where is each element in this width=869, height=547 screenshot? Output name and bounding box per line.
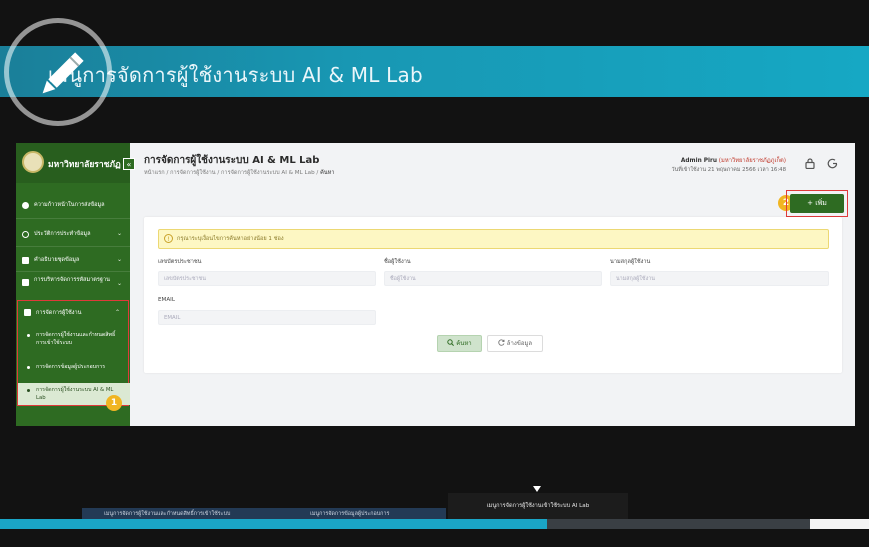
user-icon bbox=[24, 309, 31, 316]
user-name: Admin Piru bbox=[680, 158, 717, 164]
university-logo bbox=[22, 151, 44, 173]
search-icon bbox=[447, 339, 456, 347]
chapter-tooltip: เมนูการจัดการผู้ใช้งานเข้าใช้ระบบ AI Lab bbox=[448, 493, 628, 519]
chevron-down-icon: ⌄ bbox=[116, 280, 122, 287]
breadcrumb: หน้าแรก / การจัดการผู้ใช้งาน / การจัดการ… bbox=[144, 169, 334, 177]
chevron-down-icon: ⌄ bbox=[116, 256, 122, 263]
breadcrumb-user-management[interactable]: การจัดการผู้ใช้งาน bbox=[170, 170, 215, 176]
user-org: (มหาวิทยาลัยราชภัฏภูเก็ต) bbox=[718, 158, 786, 164]
bullet-icon bbox=[27, 334, 30, 337]
last-login-time: วันที่เข้าใช้งาน 21 พฤษภาคม 2566 เวลา 16… bbox=[671, 167, 786, 173]
sidebar-item-dataset[interactable]: คำอธิบายชุดข้อมูล ⌄ bbox=[16, 256, 130, 264]
breadcrumb-ai-ml-users[interactable]: การจัดการผู้ใช้งานระบบ AI & ML Lab bbox=[221, 170, 315, 176]
brand-name: มหาวิทยาลัยราชภัฏ bbox=[48, 160, 121, 170]
citizen-id-input[interactable] bbox=[158, 271, 376, 286]
alert-text: กรุณาระบุเงื่อนไขการค้นหาอย่างน้อย 1 ช่อ… bbox=[177, 236, 284, 242]
sub-item-label: การจัดการข้อมูลผู้ประกอบการ bbox=[36, 364, 106, 370]
first-name-label: ชื่อผู้ใช้งาน bbox=[384, 259, 411, 265]
chapter-label-1[interactable]: เมนูการจัดการผู้ใช้งานและกำหนดสิทธิ์การเ… bbox=[104, 510, 230, 518]
breadcrumb-home[interactable]: หน้าแรก bbox=[144, 170, 165, 176]
sidebar-item-history[interactable]: ประวัติการประทำข้อมูล ⌄ bbox=[16, 230, 130, 238]
user-info: Admin Piru (มหาวิทยาลัยราชภัฏภูเก็ต) bbox=[636, 155, 786, 165]
citizen-id-label: เลขบัตรประชาชน bbox=[158, 259, 202, 265]
page-title: การจัดการผู้ใช้งานระบบ AI & ML Lab bbox=[144, 155, 320, 166]
breadcrumb-separator: / bbox=[217, 170, 220, 176]
sidebar-item-label: การจัดการผู้ใช้งาน bbox=[36, 310, 82, 316]
chapter-label-2[interactable]: เมนูการจัดการข้อมูลผู้ประกอบการ bbox=[310, 510, 389, 518]
chevron-up-icon: ⌃ bbox=[114, 309, 120, 316]
refresh-icon bbox=[498, 339, 507, 347]
sidebar: มหาวิทยาลัยราชภัฏ ความก้าวหน้าในการส่งข้… bbox=[16, 143, 130, 426]
sidebar-item-label: คำอธิบายชุดข้อมูล bbox=[34, 257, 80, 263]
sidebar-item-label: การบริหารจัดการรหัสมาตรฐาน bbox=[34, 277, 110, 283]
last-name-label: นามสกุลผู้ใช้งาน bbox=[610, 259, 651, 265]
divider bbox=[16, 271, 130, 272]
bullet-icon bbox=[27, 366, 30, 369]
sub-item-label: การจัดการผู้ใช้งานและกำหนดสิทธิ์การเข้าใ… bbox=[36, 332, 116, 346]
user-management-group-highlight: การจัดการผู้ใช้งาน ⌃ การจัดการผู้ใช้งานแ… bbox=[17, 300, 130, 406]
chapter-tooltip-text: เมนูการจัดการผู้ใช้งานเข้าใช้ระบบ AI Lab bbox=[486, 503, 590, 509]
lock-icon[interactable] bbox=[802, 156, 818, 172]
email-label: EMAIL bbox=[158, 297, 175, 303]
first-name-input[interactable] bbox=[384, 271, 602, 286]
collapse-sidebar-button[interactable]: « bbox=[123, 158, 135, 170]
breadcrumb-separator: / bbox=[316, 170, 319, 176]
video-progress-end bbox=[810, 519, 869, 529]
clear-button[interactable]: ล้างข้อมูล bbox=[487, 335, 543, 352]
breadcrumb-separator: / bbox=[166, 170, 169, 176]
history-icon bbox=[22, 231, 29, 238]
video-progress-fill bbox=[0, 519, 547, 529]
sub-item-user-permissions[interactable]: การจัดการผู้ใช้งานและกำหนดสิทธิ์การเข้าใ… bbox=[18, 331, 130, 347]
sidebar-item-users[interactable]: การจัดการผู้ใช้งาน ⌃ bbox=[18, 309, 128, 317]
pencil-icon bbox=[42, 52, 84, 94]
search-button-label: ค้นหา bbox=[456, 340, 472, 347]
email-input[interactable] bbox=[158, 310, 376, 325]
info-icon: ! bbox=[164, 234, 173, 243]
clear-button-label: ล้างข้อมูล bbox=[506, 340, 533, 347]
sidebar-item-label: ความก้าวหน้าในการส่งข้อมูล bbox=[34, 202, 105, 208]
sidebar-item-label: ประวัติการประทำข้อมูล bbox=[34, 231, 91, 237]
step-badge-1: 1 bbox=[106, 395, 122, 411]
sub-item-entrepreneur-data[interactable]: การจัดการข้อมูลผู้ประกอบการ bbox=[18, 363, 130, 371]
bullet-icon bbox=[27, 389, 30, 392]
edit-overlay-button[interactable] bbox=[4, 18, 112, 126]
sidebar-item-standard-codes[interactable]: การบริหารจัดการรหัสมาตรฐาน ⌄ bbox=[16, 277, 122, 287]
dashboard-icon bbox=[22, 202, 29, 209]
add-button[interactable]: + เพิ่ม bbox=[790, 194, 844, 213]
brand-row: มหาวิทยาลัยราชภัฏ bbox=[16, 143, 130, 183]
book-icon bbox=[22, 257, 29, 264]
last-name-input[interactable] bbox=[610, 271, 829, 286]
logout-icon[interactable] bbox=[824, 156, 840, 172]
divider bbox=[16, 218, 130, 219]
calendar-icon bbox=[22, 279, 29, 286]
playhead-caret-icon bbox=[533, 486, 541, 492]
search-alert: ! กรุณาระบุเงื่อนไขการค้นหาอย่างน้อย 1 ช… bbox=[158, 229, 829, 249]
search-button[interactable]: ค้นหา bbox=[437, 335, 482, 352]
divider bbox=[16, 246, 130, 247]
breadcrumb-current: ค้นหา bbox=[320, 170, 335, 176]
chevron-down-icon: ⌄ bbox=[116, 230, 122, 237]
sidebar-item-progress[interactable]: ความก้าวหน้าในการส่งข้อมูล bbox=[16, 201, 130, 209]
